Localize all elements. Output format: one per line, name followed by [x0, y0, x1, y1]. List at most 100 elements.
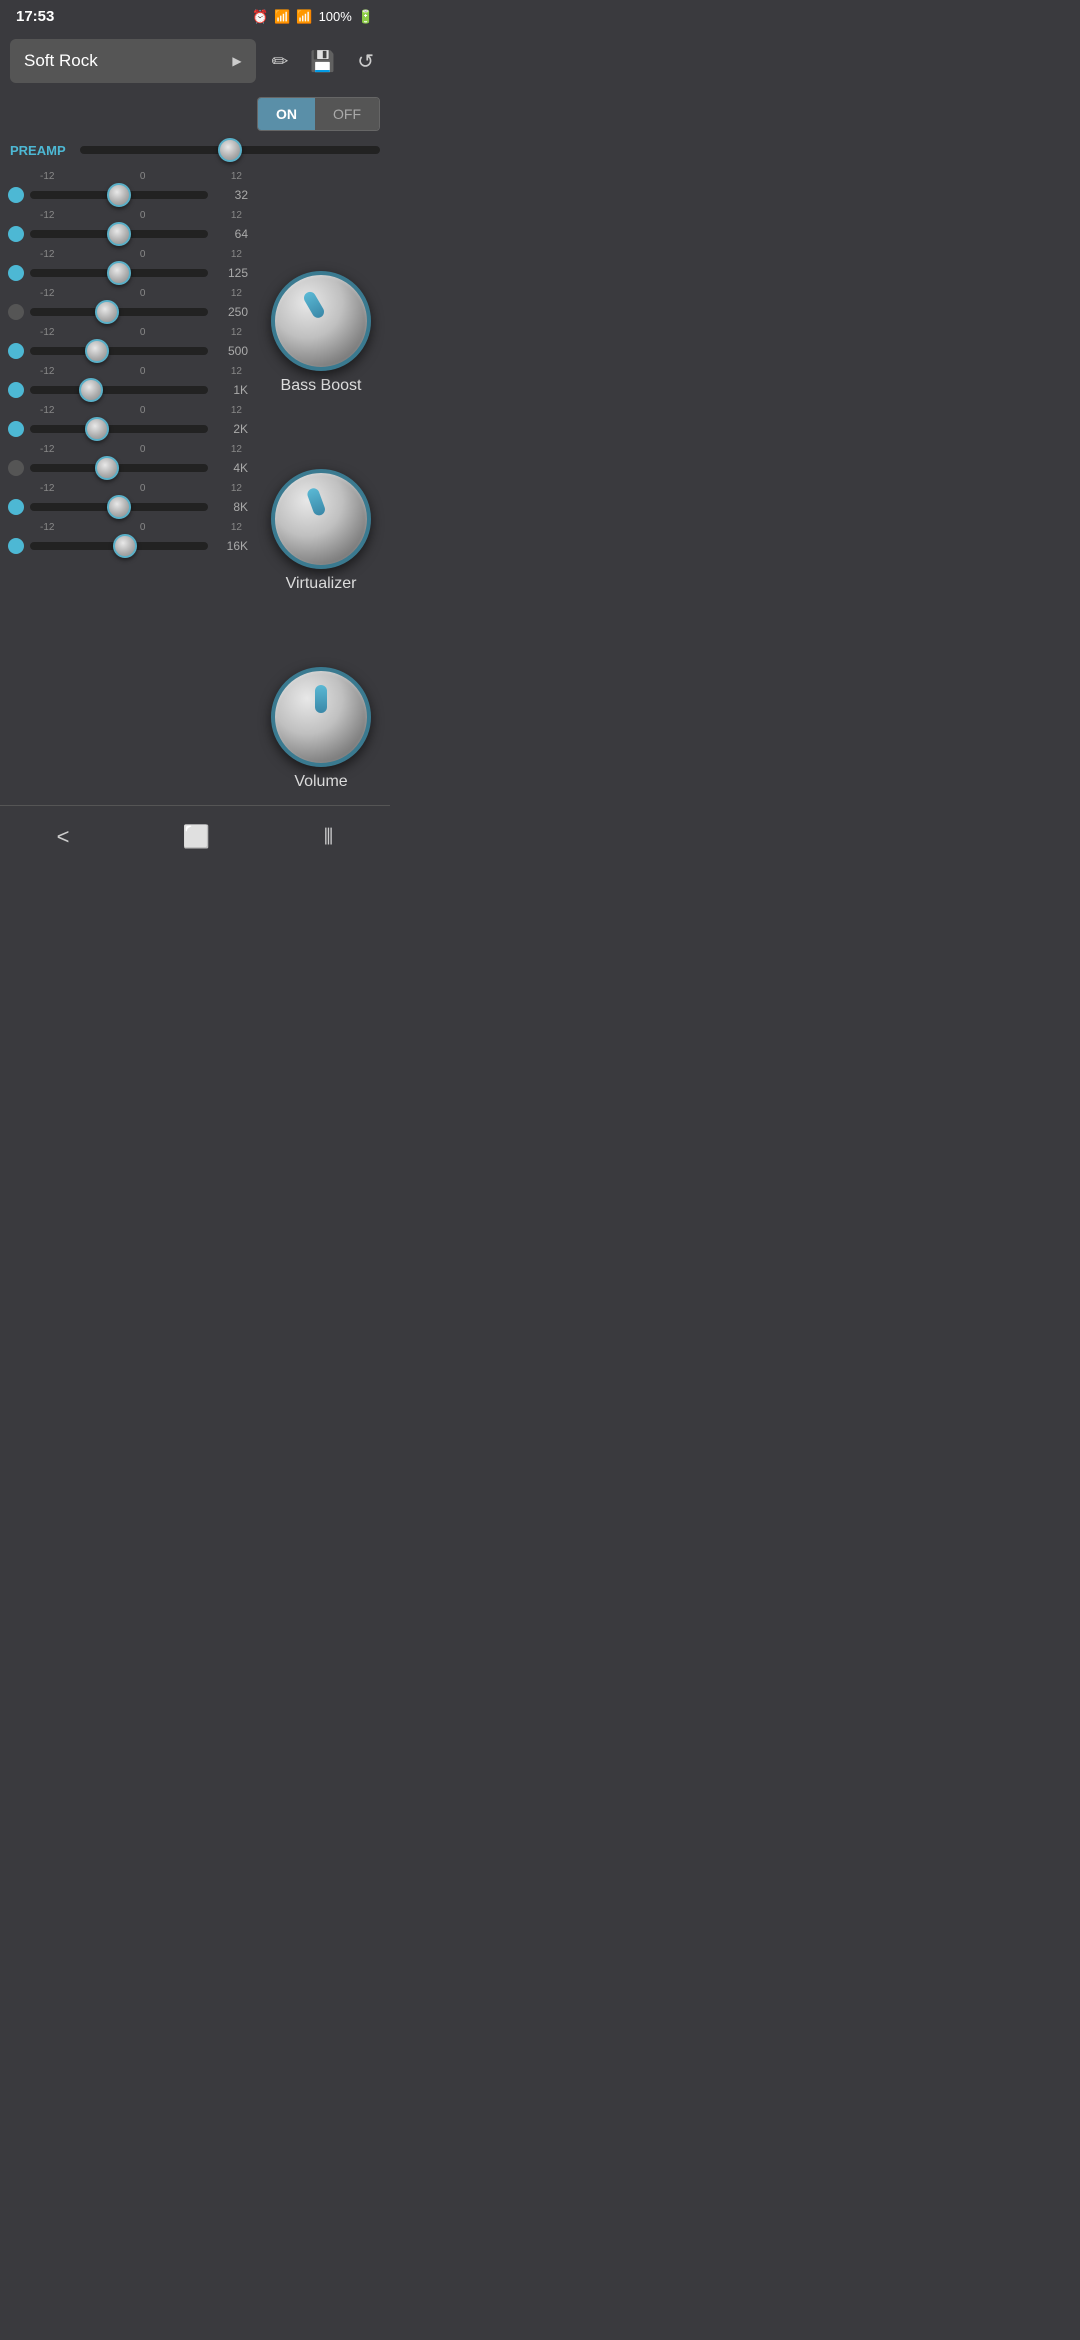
slider-row: 125 [4, 260, 252, 286]
band-slider-wrap [30, 186, 208, 204]
band-dot-64[interactable] [8, 226, 24, 242]
dropdown-arrow-icon: ▶ [232, 54, 241, 68]
status-icons: ⏰ 📶 📶 100% 🔋 [252, 9, 374, 25]
band-slider-125[interactable] [30, 269, 208, 277]
main-content: -12 0 12 32 -12 0 12 [0, 169, 390, 797]
virtualizer-label: Virtualizer [286, 575, 357, 593]
band-slider-16k[interactable] [30, 542, 208, 550]
scale-min: -12 [40, 522, 54, 533]
scale-mid: 0 [140, 210, 146, 221]
menu-button[interactable]: ⦀ [300, 818, 358, 856]
toggle-on-button[interactable]: ON [258, 98, 315, 130]
eq-band-4k: -12 0 12 4K [4, 442, 252, 481]
band-dot-125[interactable] [8, 265, 24, 281]
band-dot-16k[interactable] [8, 538, 24, 554]
scale-row: -12 0 12 [4, 169, 252, 182]
eq-band-32: -12 0 12 32 [4, 169, 252, 208]
volume-knob[interactable] [271, 667, 371, 767]
band-dot-250[interactable] [8, 304, 24, 320]
scale-row: -12 0 12 [4, 520, 252, 533]
eq-band-125: -12 0 12 125 [4, 247, 252, 286]
eq-band-1k: -12 0 12 1K [4, 364, 252, 403]
scale-row: -12 0 12 [4, 403, 252, 416]
band-freq-64: 64 [214, 227, 248, 241]
bass-boost-label: Bass Boost [281, 377, 362, 395]
slider-row: 8K [4, 494, 252, 520]
slider-row: 64 [4, 221, 252, 247]
preamp-slider[interactable] [80, 146, 380, 154]
band-slider-2k[interactable] [30, 425, 208, 433]
virtualizer-knob-container: Virtualizer [271, 469, 371, 593]
scale-mid: 0 [140, 405, 146, 416]
scale-max: 12 [231, 366, 242, 377]
header: Soft Rock ▶ ✏ 💾 ↺ [0, 33, 390, 89]
knobs-column: Bass Boost Virtualizer Volume [256, 169, 386, 797]
band-slider-32[interactable] [30, 191, 208, 199]
band-slider-wrap [30, 264, 208, 282]
scale-max: 12 [231, 210, 242, 221]
bass-boost-knob[interactable] [271, 271, 371, 371]
slider-row: 16K [4, 533, 252, 559]
band-slider-500[interactable] [30, 347, 208, 355]
band-dot-500[interactable] [8, 343, 24, 359]
band-freq-16k: 16K [214, 539, 248, 553]
back-button[interactable]: < [33, 818, 94, 856]
scale-min: -12 [40, 366, 54, 377]
edit-button[interactable]: ✏ [266, 43, 295, 80]
scale-row: -12 0 12 [4, 247, 252, 260]
alarm-icon: ⏰ [252, 9, 268, 25]
reset-button[interactable]: ↺ [351, 43, 380, 80]
band-slider-250[interactable] [30, 308, 208, 316]
virtualizer-knob[interactable] [271, 469, 371, 569]
scale-min: -12 [40, 483, 54, 494]
on-off-toggle[interactable]: ON OFF [257, 97, 380, 131]
band-slider-4k[interactable] [30, 464, 208, 472]
slider-row: 500 [4, 338, 252, 364]
scale-min: -12 [40, 444, 54, 455]
band-slider-wrap [30, 225, 208, 243]
band-slider-wrap [30, 303, 208, 321]
scale-mid: 0 [140, 522, 146, 533]
home-button[interactable]: ⬜ [159, 818, 234, 856]
signal-icon: 📶 [296, 9, 312, 25]
band-dot-32[interactable] [8, 187, 24, 203]
band-slider-1k[interactable] [30, 386, 208, 394]
band-dot-1k[interactable] [8, 382, 24, 398]
preset-dropdown[interactable]: Soft Rock ▶ [10, 39, 256, 83]
band-slider-64[interactable] [30, 230, 208, 238]
scale-mid: 0 [140, 327, 146, 338]
band-slider-wrap [30, 498, 208, 516]
scale-row: -12 0 12 [4, 208, 252, 221]
band-freq-1k: 1K [214, 383, 248, 397]
scale-max: 12 [231, 171, 242, 182]
band-dot-8k[interactable] [8, 499, 24, 515]
scale-min: -12 [40, 171, 54, 182]
eq-band-64: -12 0 12 64 [4, 208, 252, 247]
scale-mid: 0 [140, 366, 146, 377]
scale-min: -12 [40, 288, 54, 299]
band-dot-2k[interactable] [8, 421, 24, 437]
scale-row: -12 0 12 [4, 481, 252, 494]
scale-max: 12 [231, 249, 242, 260]
battery-percent: 100% [319, 9, 352, 24]
toggle-row: ON OFF [0, 89, 390, 135]
scale-mid: 0 [140, 249, 146, 260]
toggle-off-button[interactable]: OFF [315, 98, 379, 130]
eq-band-8k: -12 0 12 8K [4, 481, 252, 520]
eq-band-16k: -12 0 12 16K [4, 520, 252, 559]
band-slider-wrap [30, 420, 208, 438]
scale-max: 12 [231, 483, 242, 494]
scale-mid: 0 [140, 171, 146, 182]
save-button[interactable]: 💾 [304, 43, 341, 80]
band-slider-8k[interactable] [30, 503, 208, 511]
scale-mid: 0 [140, 444, 146, 455]
band-slider-wrap [30, 381, 208, 399]
wifi-icon: 📶 [274, 9, 290, 25]
status-time: 17:53 [16, 8, 54, 25]
preamp-slider-wrap [80, 141, 380, 159]
band-dot-4k[interactable] [8, 460, 24, 476]
slider-row: 32 [4, 182, 252, 208]
nav-bar: < ⬜ ⦀ [0, 805, 390, 868]
volume-knob-container: Volume [271, 667, 371, 791]
scale-mid: 0 [140, 288, 146, 299]
